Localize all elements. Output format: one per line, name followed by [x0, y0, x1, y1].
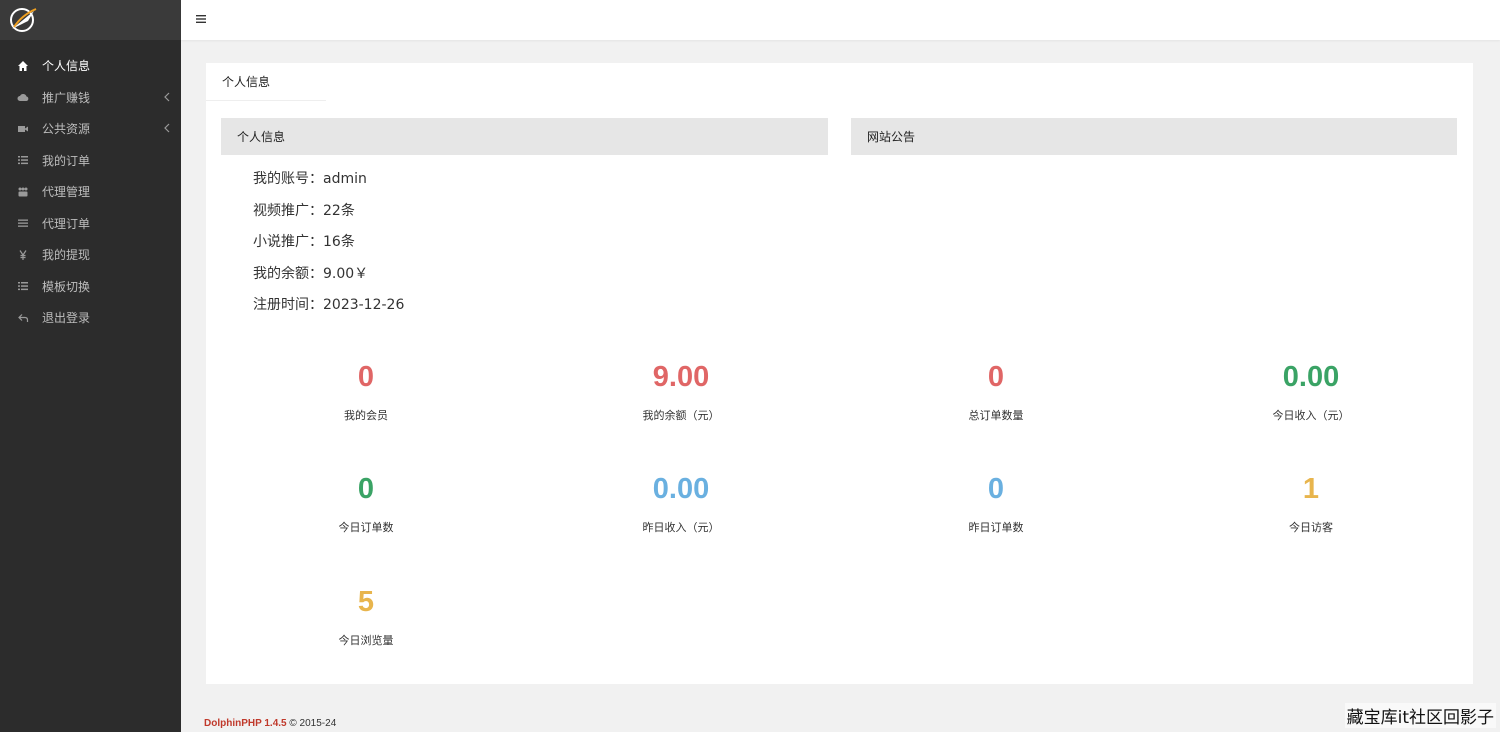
list-icon	[16, 153, 30, 167]
stat-label: 我的会员	[344, 409, 388, 422]
stat-value: 0.00	[652, 473, 710, 505]
sidebar-item-templates[interactable]: 模板切换	[0, 271, 181, 303]
stat-value: 0	[987, 473, 1005, 505]
stat-value: 9.00	[652, 361, 710, 393]
sidebar-item-label: 代理订单	[42, 216, 91, 231]
info-register-date: 注册时间：2023-12-26	[253, 297, 405, 313]
cloud-icon	[16, 90, 30, 104]
stat-label: 今日浏览量	[338, 634, 394, 647]
sidebar-item-label: 我的订单	[42, 153, 91, 168]
chevron-left-icon	[164, 92, 170, 101]
stat-total-orders: 0 总订单数量	[846, 360, 1146, 423]
account-info-list: 我的账号：admin 视频推广：22条 小说推广：16条 我的余额：9.00￥ …	[253, 169, 404, 327]
stat-value: 0	[357, 473, 375, 505]
yen-icon	[16, 248, 30, 262]
logo-icon[interactable]	[6, 5, 40, 35]
card-title: 个人信息	[206, 63, 326, 101]
stat-value: 1	[1302, 473, 1320, 505]
stat-yesterday-income: 0.00 昨日收入（元）	[531, 472, 831, 535]
video-icon	[16, 122, 30, 136]
list-icon	[16, 279, 30, 293]
footer-brand-link[interactable]: DolphinPHP 1.4.5	[204, 718, 287, 729]
stat-today-income: 0.00 今日收入（元）	[1161, 360, 1461, 423]
footer-copyright: © 2015-24	[289, 718, 337, 729]
info-video-promotions: 视频推广：22条	[253, 202, 355, 219]
info-novel-promotions: 小说推广：16条	[253, 234, 355, 250]
logo-bar	[0, 0, 181, 40]
hamburger-icon[interactable]	[195, 13, 207, 25]
profile-panel-header: 个人信息	[221, 118, 828, 155]
announcement-panel-header: 网站公告	[851, 118, 1457, 155]
sidebar-item-agent-orders[interactable]: 代理订单	[0, 208, 181, 240]
info-account: 我的账号：admin	[253, 171, 367, 187]
stat-label: 今日收入（元）	[1272, 409, 1350, 422]
lines-icon	[16, 216, 30, 230]
sidebar-item-label: 我的提现	[42, 248, 91, 263]
info-balance: 我的余额：9.00￥	[253, 265, 369, 282]
stat-label: 我的余额（元）	[642, 409, 720, 422]
sidebar: 个人信息 推广赚钱 公共资源 我的订单 代理管理 代理订单 我的提现 模板切换 …	[0, 0, 181, 732]
sidebar-item-resources[interactable]: 公共资源	[0, 113, 181, 145]
sidebar-item-promote[interactable]: 推广赚钱	[0, 82, 181, 114]
sidebar-item-label: 公共资源	[42, 122, 91, 137]
footer: DolphinPHP 1.4.5 © 2015-24	[204, 718, 336, 729]
profile-card: 个人信息 个人信息 网站公告 我的账号：admin 视频推广：22条 小说推广：…	[206, 63, 1473, 684]
stat-yesterday-orders: 0 昨日订单数	[846, 472, 1146, 535]
sidebar-item-logout[interactable]: 退出登录	[0, 302, 181, 334]
logout-icon	[16, 311, 30, 325]
sidebar-item-label: 个人信息	[42, 59, 91, 74]
stat-value: 5	[357, 586, 375, 618]
stat-value: 0	[987, 361, 1005, 393]
stat-label: 今日订单数	[338, 521, 394, 534]
corner-watermark: 藏宝库it社区回影子	[1344, 703, 1496, 728]
sidebar-item-withdraw[interactable]: 我的提现	[0, 239, 181, 271]
stat-value: 0.00	[1282, 361, 1340, 393]
stat-members: 0 我的会员	[216, 360, 516, 423]
stat-value: 0	[357, 361, 375, 393]
stat-balance: 9.00 我的余额（元）	[531, 360, 831, 423]
stat-today-orders: 0 今日订单数	[216, 472, 516, 535]
sidebar-item-label: 模板切换	[42, 279, 91, 294]
sidebar-item-orders[interactable]: 我的订单	[0, 145, 181, 177]
sidebar-item-profile[interactable]: 个人信息	[0, 50, 181, 82]
users-icon	[16, 185, 30, 199]
chevron-left-icon	[164, 123, 170, 133]
stat-label: 今日访客	[1289, 521, 1333, 534]
stat-label: 昨日收入（元）	[642, 521, 720, 534]
stat-today-visitors: 1 今日访客	[1161, 472, 1461, 535]
sidebar-item-agents[interactable]: 代理管理	[0, 176, 181, 208]
stat-label: 总订单数量	[968, 409, 1024, 422]
sidebar-item-label: 代理管理	[42, 185, 91, 200]
sidebar-item-label: 退出登录	[42, 311, 91, 326]
sidebar-item-label: 推广赚钱	[42, 90, 91, 105]
top-bar	[181, 0, 1500, 40]
stat-label: 昨日订单数	[968, 521, 1024, 534]
stat-today-views: 5 今日浏览量	[216, 585, 516, 648]
home-icon	[16, 59, 30, 73]
sidebar-menu: 个人信息 推广赚钱 公共资源 我的订单 代理管理 代理订单 我的提现 模板切换 …	[0, 40, 181, 334]
